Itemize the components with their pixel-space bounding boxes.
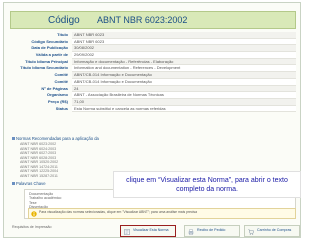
field-label: Código Secundário <box>31 38 68 44</box>
field-row-status: Status Esta Norma substitui e cancela as… <box>12 105 296 113</box>
square-bullet-icon <box>12 182 15 185</box>
field-label: Título Idioma Principal <box>25 58 68 64</box>
field-row-valid-from: Válida a partir de 29/09/2002 <box>12 52 296 59</box>
field-label: Comitê <box>54 78 68 84</box>
view-norm-label: Visualizar Esta Norma <box>133 228 169 232</box>
field-value: Informação e documentação - Referências … <box>72 58 296 66</box>
field-row-organization: Organismo ABNT - Associação Brasileira d… <box>12 92 296 99</box>
order-receipt-label: Recibo de Pedido <box>197 228 226 232</box>
norms-title-text: Normas Recomendadas para a aplicação da <box>16 136 99 141</box>
field-value: 24 <box>72 85 296 93</box>
field-row-committee-2: Comitê ABNT/CB-014 Informação e Document… <box>12 78 296 86</box>
field-label: Preço (R$) <box>47 98 68 104</box>
field-label: Título <box>57 32 68 37</box>
order-receipt-button[interactable]: Recibo de Pedido <box>184 225 240 237</box>
field-label: Data de Publicação <box>31 45 68 51</box>
field-value: Information and documentation - Referenc… <box>72 65 296 73</box>
field-value: ABNT/CB-014 Informação e Documentação <box>72 78 296 86</box>
norms-title: Normas Recomendadas para a aplicação da <box>12 136 296 142</box>
field-value: ABNT NBR 6023 <box>72 32 296 39</box>
print-requirements-label: Requisitos de Impressão <box>12 225 52 229</box>
callout-line-1: clique em “Visualizar esta Norma”, para … <box>126 177 288 184</box>
shopping-cart-label: Carrinho de Compras <box>257 228 292 232</box>
square-bullet-icon <box>12 137 15 140</box>
view-norm-button[interactable]: Visualizar Esta Norma <box>120 225 176 237</box>
code-header: Código ABNT NBR 6023:2002 <box>10 11 296 29</box>
printer-icon <box>188 229 194 235</box>
visualization-notice: Para visualização das normas selecionada… <box>28 208 296 219</box>
details-table: Título ABNT NBR 6023 Código Secundário A… <box>12 32 296 113</box>
callout-line-2: completo da norma. <box>176 186 238 193</box>
field-value: ABNT - Associação Brasileira de Normas T… <box>72 92 296 99</box>
info-icon <box>31 211 37 217</box>
field-row-secondary-code: Código Secundário ABNT NBR 6023 <box>12 38 296 46</box>
field-label: Status <box>55 105 68 111</box>
field-value: ABNT NBR 6023 <box>72 38 296 46</box>
field-label: Título Idioma Secundário <box>20 65 68 71</box>
field-row-price: Preço (R$) 71,00 <box>12 98 296 106</box>
instruction-callout: clique em “Visualizar esta Norma”, para … <box>113 171 301 198</box>
field-label: Comitê <box>54 72 68 78</box>
cart-icon <box>248 229 254 235</box>
field-row-title: Título ABNT NBR 6023 <box>12 32 296 39</box>
code-value: ABNT NBR 6023:2002 <box>97 15 188 25</box>
field-row-pages: Nº de Páginas 24 <box>12 85 296 93</box>
field-label: Organismo <box>46 92 68 98</box>
field-label: Válida a partir de <box>35 52 68 58</box>
content-frame: Código ABNT NBR 6023:2002 Título ABNT NB… <box>3 2 301 238</box>
field-row-publication-date: Data de Publicação 30/08/2002 <box>12 45 296 53</box>
field-label: Nº de Páginas <box>41 85 68 91</box>
code-label: Código <box>48 15 80 26</box>
notice-text: Para visualização das normas selecionada… <box>39 210 198 214</box>
field-value: 71,00 <box>72 98 296 106</box>
action-bar: Visualizar Esta Norma Recibo de Pedido C… <box>120 225 300 238</box>
field-row-title-main: Título Idioma Principal Informação e doc… <box>12 58 296 66</box>
document-icon <box>124 229 130 235</box>
field-row-title-secondary: Título Idioma Secundário Information and… <box>12 65 296 73</box>
field-value: ABNT/CB-014 Informação e Documentação <box>72 72 296 79</box>
shopping-cart-button[interactable]: Carrinho de Compras <box>244 225 300 237</box>
keywords-title-text: Palavras Chave <box>16 181 46 186</box>
field-value: Esta Norma substitui e cancela as normas… <box>72 105 296 113</box>
field-value: 29/09/2002 <box>72 52 296 59</box>
field-row-committee: Comitê ABNT/CB-014 Informação e Document… <box>12 72 296 79</box>
field-value: 30/08/2002 <box>72 45 296 53</box>
page: Código ABNT NBR 6023:2002 Título ABNT NB… <box>0 0 320 240</box>
